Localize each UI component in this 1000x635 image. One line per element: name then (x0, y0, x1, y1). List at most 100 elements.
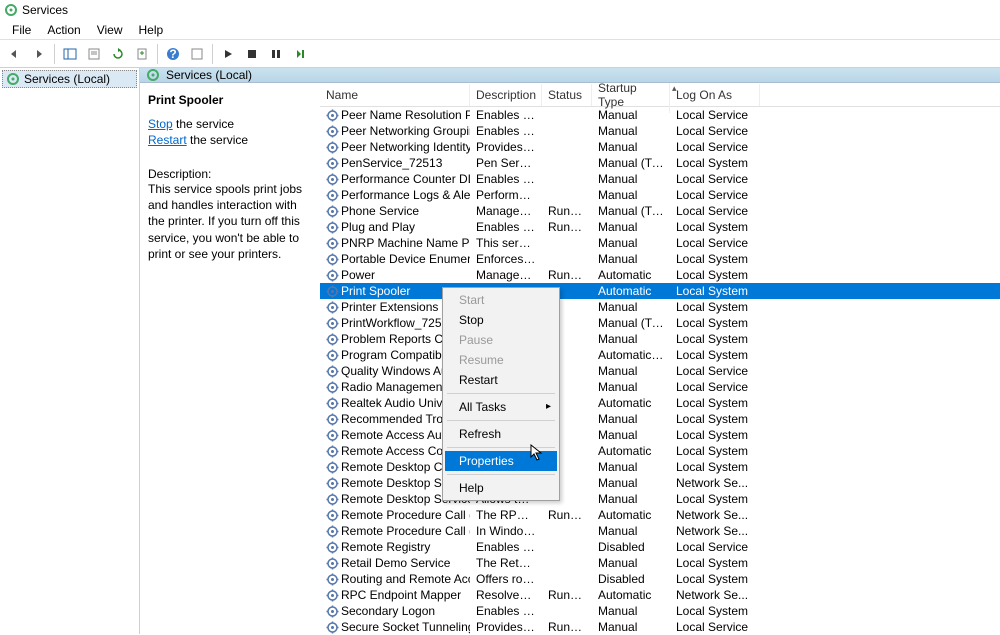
service-row[interactable]: Portable Device Enumerator ...Enforces g… (320, 251, 1000, 267)
back-button[interactable] (4, 43, 26, 65)
service-name: Power (341, 268, 375, 282)
ctx-properties[interactable]: Properties (445, 451, 557, 471)
restart-link[interactable]: Restart (148, 133, 187, 147)
menu-view[interactable]: View (89, 21, 131, 39)
service-row[interactable]: Performance Logs & AlertsPerformance...M… (320, 187, 1000, 203)
ctx-refresh[interactable]: Refresh (445, 424, 557, 444)
service-row[interactable]: Remote Desktop Configurati...ManualLocal… (320, 459, 1000, 475)
show-hide-tree-button[interactable] (59, 43, 81, 65)
menu-help[interactable]: Help (131, 21, 172, 39)
service-name: Print Spooler (341, 284, 410, 298)
service-row[interactable]: Recommended Troubleshoo...ManualLocal Sy… (320, 411, 1000, 427)
service-row[interactable]: Plug and PlayEnables a co...RunningManua… (320, 219, 1000, 235)
service-row[interactable]: Radio Management ServiceManualLocal Serv… (320, 379, 1000, 395)
service-name: Portable Device Enumerator ... (341, 252, 470, 266)
service-startup: Manual (592, 188, 670, 202)
service-row[interactable]: Remote Access Connection ...AutomaticLoc… (320, 443, 1000, 459)
service-desc: The RPCSS s... (470, 508, 542, 522)
service-row[interactable]: Retail Demo ServiceThe Retail D...Manual… (320, 555, 1000, 571)
col-name[interactable]: Name (320, 84, 470, 106)
gear-icon (326, 525, 339, 538)
service-row[interactable]: Remote Procedure Call (RPC)...In Windows… (320, 523, 1000, 539)
service-logon: Local Service (670, 620, 760, 634)
service-desc: Provides ide... (470, 140, 542, 154)
service-logon: Local System (670, 428, 760, 442)
ctx-stop[interactable]: Stop (445, 310, 557, 330)
forward-button[interactable] (28, 43, 50, 65)
service-row[interactable]: Remote Access Auto Connec...ManualLocal … (320, 427, 1000, 443)
service-desc: Enforces gro... (470, 252, 542, 266)
pause-service-button[interactable] (265, 43, 287, 65)
export-button[interactable] (131, 43, 153, 65)
service-logon: Local System (670, 444, 760, 458)
service-startup: Automatic (592, 396, 670, 410)
services-header-icon (146, 68, 160, 82)
service-row[interactable]: Problem Reports Control Pa...ManualLocal… (320, 331, 1000, 347)
gear-icon (326, 493, 339, 506)
properties-button[interactable] (83, 43, 105, 65)
service-startup: Manual (592, 124, 670, 138)
service-row[interactable]: Remote RegistryEnables rem...DisabledLoc… (320, 539, 1000, 555)
service-startup: Manual (592, 236, 670, 250)
service-row[interactable]: Remote Desktop ServicesManualNetwork Se.… (320, 475, 1000, 491)
gear-icon (326, 205, 339, 218)
service-row[interactable]: Remote Procedure Call (RPC)The RPCSS s..… (320, 507, 1000, 523)
menu-action[interactable]: Action (39, 21, 88, 39)
service-row[interactable]: Peer Networking GroupingEnables mul...Ma… (320, 123, 1000, 139)
ctx-restart[interactable]: Restart (445, 370, 557, 390)
service-startup: Manual (Trigg... (592, 204, 670, 218)
ctx-help[interactable]: Help (445, 478, 557, 498)
service-row[interactable]: PenService_72513Pen ServiceManual (Trigg… (320, 155, 1000, 171)
detail-desc-label: Description: (148, 167, 312, 181)
ctx-pause: Pause (445, 330, 557, 350)
service-row[interactable]: Secure Socket Tunneling Pro...Provides s… (320, 619, 1000, 635)
service-logon: Local System (670, 300, 760, 314)
service-row[interactable]: Phone ServiceManages th...RunningManual … (320, 203, 1000, 219)
service-row[interactable]: PNRP Machine Name Public...This service … (320, 235, 1000, 251)
help-button[interactable]: ? (162, 43, 184, 65)
service-row[interactable]: Secondary LogonEnables start...ManualLoc… (320, 603, 1000, 619)
col-description[interactable]: Description (470, 84, 542, 106)
service-startup: Manual (592, 476, 670, 490)
gear-icon (326, 445, 339, 458)
col-logon[interactable]: Log On As (670, 84, 760, 106)
start-service-button[interactable] (217, 43, 239, 65)
help2-button[interactable] (186, 43, 208, 65)
list-body[interactable]: Peer Name Resolution Proto...Enables ser… (320, 107, 1000, 635)
ctx-alltasks[interactable]: All Tasks▸ (445, 397, 557, 417)
service-logon: Local System (670, 220, 760, 234)
service-row[interactable]: PowerManages po...RunningAutomaticLocal … (320, 267, 1000, 283)
service-name: PrintWorkflow_72513 (341, 316, 455, 330)
gear-icon (326, 605, 339, 618)
service-row[interactable]: Remote Desktop Services Us...Allows the … (320, 491, 1000, 507)
service-row[interactable]: Program Compatibility Assis...Automatic … (320, 347, 1000, 363)
tree-root-item[interactable]: Services (Local) (2, 70, 137, 88)
service-logon: Local Service (670, 124, 760, 138)
col-startup[interactable]: Startup Type (592, 83, 670, 113)
col-status[interactable]: Status (542, 84, 592, 106)
stop-link[interactable]: Stop (148, 117, 173, 131)
service-logon: Local System (670, 252, 760, 266)
service-desc: Enables rem... (470, 172, 542, 186)
service-logon: Local System (670, 556, 760, 570)
service-row[interactable]: RPC Endpoint MapperResolves RP...Running… (320, 587, 1000, 603)
tree-pane: Services (Local) (0, 68, 140, 634)
service-logon: Local Service (670, 108, 760, 122)
service-row[interactable]: Quality Windows Audio Vid...ManualLocal … (320, 363, 1000, 379)
service-row[interactable]: Print SpoolerAutomaticLocal System (320, 283, 1000, 299)
service-name: Remote Registry (341, 540, 430, 554)
service-status: Running (542, 220, 592, 234)
service-startup: Manual (592, 604, 670, 618)
refresh-button[interactable] (107, 43, 129, 65)
restart-service-button[interactable] (289, 43, 311, 65)
service-row[interactable]: Printer Extensions and Notifi...ManualLo… (320, 299, 1000, 315)
service-row[interactable]: Performance Counter DLL H...Enables rem.… (320, 171, 1000, 187)
stop-service-button[interactable] (241, 43, 263, 65)
service-row[interactable]: Routing and Remote AccessOffers routi...… (320, 571, 1000, 587)
service-desc: Pen Service (470, 156, 542, 170)
service-row[interactable]: Peer Networking Identity M...Provides id… (320, 139, 1000, 155)
gear-icon (326, 333, 339, 346)
service-row[interactable]: Realtek Audio Universal Serv...Automatic… (320, 395, 1000, 411)
menu-file[interactable]: File (4, 21, 39, 39)
service-row[interactable]: PrintWorkflow_72513Manual (Trigg...Local… (320, 315, 1000, 331)
